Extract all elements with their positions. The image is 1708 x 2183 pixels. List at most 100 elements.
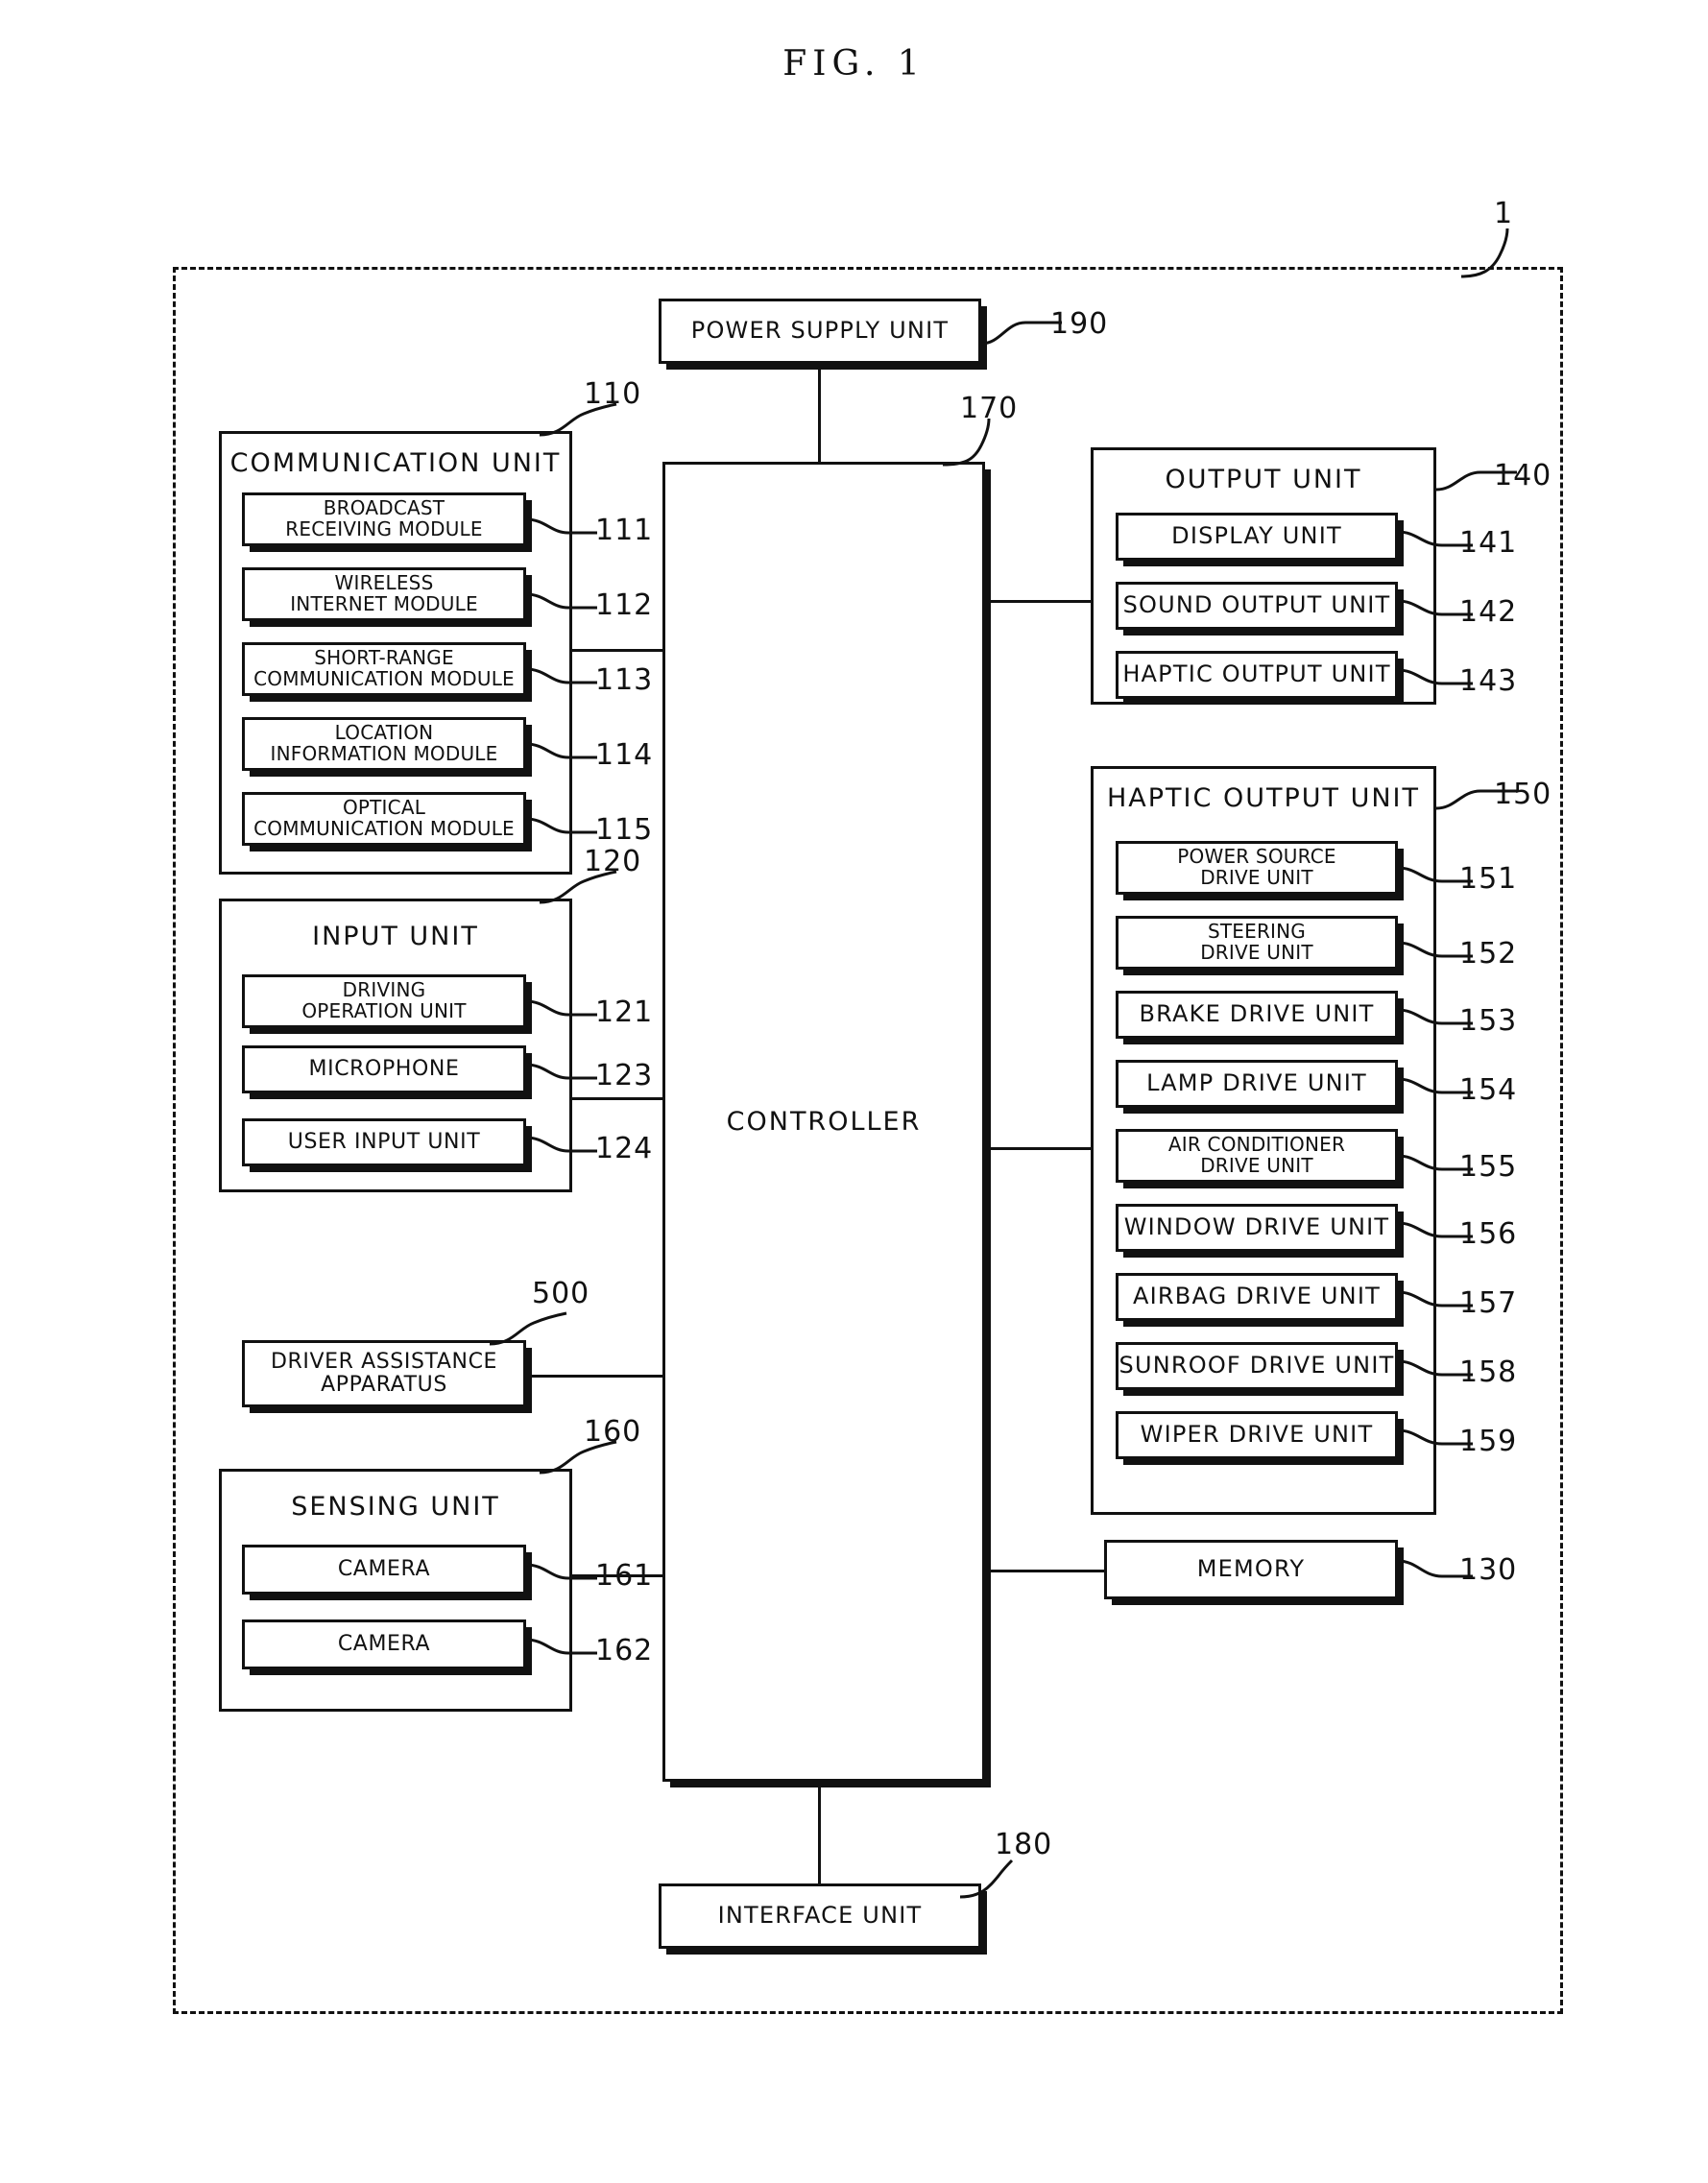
ref-vehicle-1: 1 (1494, 197, 1514, 230)
ref-113: 113 (595, 663, 654, 697)
driving-operation-unit-label-1: DRIVING (342, 978, 426, 1002)
communication-unit-title: COMMUNICATION UNIT (229, 448, 562, 478)
driver-assistance-apparatus-label-2: APPARATUS (321, 1373, 447, 1397)
airbag-drive-unit-box[interactable]: AIRBAG DRIVE UNIT (1116, 1273, 1398, 1321)
driving-operation-unit-box[interactable]: DRIVING OPERATION UNIT (242, 974, 526, 1028)
optical-communication-module-label-2: COMMUNICATION MODULE (253, 817, 515, 840)
location-information-module-box[interactable]: LOCATION INFORMATION MODULE (242, 717, 526, 771)
ref-110: 110 (584, 377, 642, 411)
ref-159: 159 (1459, 1425, 1518, 1458)
wireless-internet-module-box[interactable]: WIRELESS INTERNET MODULE (242, 567, 526, 621)
memory-box[interactable]: MEMORY (1104, 1540, 1398, 1599)
sound-output-unit-label: SOUND OUTPUT UNIT (1122, 591, 1391, 619)
air-conditioner-drive-unit-label-2: DRIVE UNIT (1200, 1154, 1313, 1177)
line-controller-to-memory (985, 1570, 1104, 1572)
haptic-output-unit-title: HAPTIC OUTPUT UNIT (1107, 783, 1420, 813)
ref-160: 160 (584, 1415, 642, 1449)
lamp-drive-unit-box[interactable]: LAMP DRIVE UNIT (1116, 1060, 1398, 1108)
steering-drive-unit-label-2: DRIVE UNIT (1200, 941, 1313, 964)
air-conditioner-drive-unit-label-1: AIR CONDITIONER (1167, 1133, 1346, 1157)
sunroof-drive-unit-box[interactable]: SUNROOF DRIVE UNIT (1116, 1342, 1398, 1390)
brake-drive-unit-box[interactable]: BRAKE DRIVE UNIT (1116, 991, 1398, 1039)
ref-121: 121 (595, 996, 654, 1029)
ref-180: 180 (995, 1828, 1053, 1861)
location-information-module-label-1: LOCATION (334, 721, 434, 745)
ref-190: 190 (1050, 307, 1109, 341)
controller-box[interactable]: CONTROLLER (662, 462, 985, 1782)
haptic-output-unit-143-label: HAPTIC OUTPUT UNIT (1122, 660, 1391, 688)
power-supply-unit-label: POWER SUPPLY UNIT (690, 317, 950, 345)
ref-162: 162 (595, 1634, 654, 1667)
ref-123: 123 (595, 1059, 654, 1092)
patent-figure-page: FIG. 1 1 POWER SUPPLY UNIT 190 CONTROLLE… (0, 0, 1708, 2183)
ref-111: 111 (595, 514, 654, 547)
sunroof-drive-unit-label: SUNROOF DRIVE UNIT (1119, 1352, 1395, 1379)
figure-caption: FIG. 1 (782, 44, 926, 84)
power-source-drive-unit-label-2: DRIVE UNIT (1200, 866, 1313, 889)
ref-150: 150 (1494, 778, 1552, 811)
ref-155: 155 (1459, 1150, 1518, 1184)
lamp-drive-unit-label: LAMP DRIVE UNIT (1146, 1069, 1367, 1097)
line-das-to-controller (526, 1375, 662, 1378)
wireless-internet-module-label-1: WIRELESS (334, 571, 434, 595)
camera-162-box[interactable]: CAMERA (242, 1619, 526, 1669)
ref-158: 158 (1459, 1355, 1518, 1389)
controller-label: CONTROLLER (726, 1106, 922, 1137)
user-input-unit-label: USER INPUT UNIT (287, 1130, 481, 1155)
optical-communication-module-box[interactable]: OPTICAL COMMUNICATION MODULE (242, 792, 526, 846)
display-unit-label: DISPLAY UNIT (1171, 522, 1342, 550)
memory-label: MEMORY (1196, 1555, 1306, 1583)
window-drive-unit-label: WINDOW DRIVE UNIT (1123, 1213, 1390, 1241)
camera-162-label: CAMERA (337, 1632, 431, 1657)
ref-112: 112 (595, 588, 654, 622)
microphone-box[interactable]: MICROPHONE (242, 1045, 526, 1093)
sensing-unit-title: SENSING UNIT (291, 1492, 500, 1522)
display-unit-box[interactable]: DISPLAY UNIT (1116, 513, 1398, 561)
ref-151: 151 (1459, 862, 1518, 896)
sound-output-unit-box[interactable]: SOUND OUTPUT UNIT (1116, 582, 1398, 630)
driver-assistance-apparatus-box[interactable]: DRIVER ASSISTANCE APPARATUS (242, 1340, 526, 1407)
short-range-communication-module-label-1: SHORT-RANGE (314, 646, 454, 670)
camera-161-box[interactable]: CAMERA (242, 1545, 526, 1595)
ref-141: 141 (1459, 526, 1518, 560)
short-range-communication-module-box[interactable]: SHORT-RANGE COMMUNICATION MODULE (242, 642, 526, 696)
steering-drive-unit-box[interactable]: STEERING DRIVE UNIT (1116, 916, 1398, 970)
broadcast-receiving-module-label-1: BROADCAST (323, 496, 445, 520)
user-input-unit-box[interactable]: USER INPUT UNIT (242, 1118, 526, 1166)
window-drive-unit-box[interactable]: WINDOW DRIVE UNIT (1116, 1204, 1398, 1252)
line-power-to-controller (818, 364, 821, 462)
wiper-drive-unit-box[interactable]: WIPER DRIVE UNIT (1116, 1411, 1398, 1459)
ref-115: 115 (595, 813, 654, 847)
microphone-label: MICROPHONE (308, 1057, 460, 1082)
ref-142: 142 (1459, 595, 1518, 629)
ref-156: 156 (1459, 1217, 1518, 1251)
driving-operation-unit-label-2: OPERATION UNIT (301, 999, 467, 1022)
airbag-drive-unit-label: AIRBAG DRIVE UNIT (1133, 1283, 1381, 1310)
optical-communication-module-label-1: OPTICAL (342, 796, 426, 820)
power-source-drive-unit-box[interactable]: POWER SOURCE DRIVE UNIT (1116, 841, 1398, 895)
ref-500: 500 (532, 1277, 590, 1310)
air-conditioner-drive-unit-box[interactable]: AIR CONDITIONER DRIVE UNIT (1116, 1129, 1398, 1183)
ref-157: 157 (1459, 1286, 1518, 1320)
interface-unit-label: INTERFACE UNIT (717, 1902, 923, 1930)
broadcast-receiving-module-label-2: RECEIVING MODULE (285, 517, 483, 540)
line-comm-to-controller (572, 649, 662, 652)
ref-140: 140 (1494, 459, 1552, 492)
haptic-output-unit-143-box[interactable]: HAPTIC OUTPUT UNIT (1116, 651, 1398, 699)
ref-114: 114 (595, 738, 654, 772)
output-unit-title: OUTPUT UNIT (1165, 465, 1362, 494)
power-supply-unit-box[interactable]: POWER SUPPLY UNIT (659, 299, 981, 364)
ref-143: 143 (1459, 664, 1518, 698)
steering-drive-unit-label-1: STEERING (1207, 920, 1307, 944)
ref-120: 120 (584, 845, 642, 878)
interface-unit-box[interactable]: INTERFACE UNIT (659, 1883, 981, 1949)
ref-153: 153 (1459, 1004, 1518, 1038)
camera-161-label: CAMERA (337, 1557, 431, 1582)
line-controller-to-haptic (985, 1147, 1091, 1150)
broadcast-receiving-module-box[interactable]: BROADCAST RECEIVING MODULE (242, 492, 526, 546)
ref-130: 130 (1459, 1553, 1518, 1587)
brake-drive-unit-label: BRAKE DRIVE UNIT (1139, 1000, 1375, 1028)
line-controller-to-output (985, 600, 1091, 603)
ref-154: 154 (1459, 1073, 1518, 1107)
line-input-to-controller (572, 1097, 662, 1100)
